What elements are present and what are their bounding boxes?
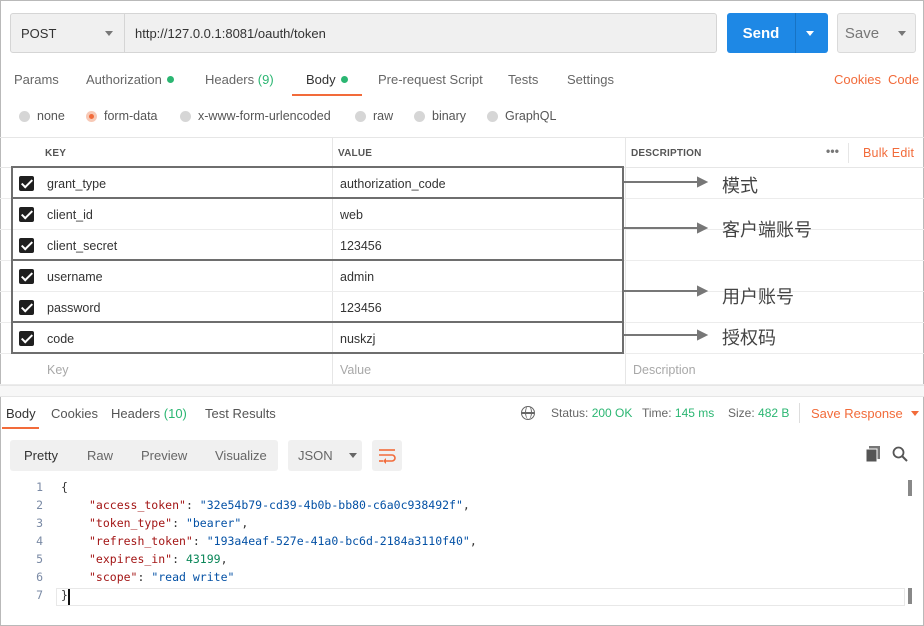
status-readout: Status: 200 OK <box>551 406 633 420</box>
code-line: 6 "scope": "read write" <box>36 570 235 584</box>
tab-params[interactable]: Params <box>14 72 59 87</box>
column-key: KEY <box>45 148 67 159</box>
view-mode-bar: Pretty Raw Preview Visualize <box>10 440 278 471</box>
method-label: POST <box>21 25 57 41</box>
radio-selected-icon <box>86 110 97 122</box>
code-line: 7 } <box>36 588 68 602</box>
radio-raw[interactable]: raw <box>355 109 393 123</box>
view-raw[interactable]: Raw <box>87 448 113 463</box>
radio-circle-icon <box>19 110 30 122</box>
code-line: 1 { <box>36 480 68 494</box>
view-preview[interactable]: Preview <box>141 448 187 463</box>
active-response-tab-indicator <box>2 427 39 429</box>
annotation-client: 客户端账号 <box>722 220 812 241</box>
radio-circle-icon <box>355 110 366 122</box>
annotation-arrows <box>624 176 709 341</box>
copy-icon[interactable] <box>866 446 880 462</box>
chevron-down-icon <box>910 411 919 416</box>
view-pretty[interactable]: Pretty <box>24 448 58 463</box>
method-select[interactable]: POST <box>10 13 125 53</box>
save-button[interactable]: Save <box>837 13 916 53</box>
column-description: DESCRIPTION <box>631 148 702 159</box>
send-divider <box>795 13 796 53</box>
code-line: 2 "access_token": "32e54b79-cd39-4b0b-bb… <box>36 498 470 512</box>
size-readout: Size: 482 B <box>728 406 790 420</box>
send-button[interactable]: Send <box>727 13 828 53</box>
status-dot-icon <box>340 76 348 83</box>
save-response-button[interactable]: Save Response <box>811 406 919 421</box>
send-options-chevron-icon[interactable] <box>806 30 814 36</box>
format-select[interactable]: JSON <box>288 440 362 471</box>
code-link[interactable]: Code <box>888 72 919 87</box>
radio-binary[interactable]: binary <box>414 109 466 123</box>
divider <box>799 403 800 423</box>
params-table-header: KEY VALUE DESCRIPTION ••• Bulk Edit <box>0 137 924 168</box>
tab-response-body[interactable]: Body <box>6 406 36 421</box>
tab-body[interactable]: Body <box>306 72 348 87</box>
tab-prerequest-script[interactable]: Pre-request Script <box>378 72 483 87</box>
active-tab-indicator <box>292 94 362 96</box>
annotation-box-grant-type <box>11 166 624 199</box>
globe-icon[interactable] <box>521 406 535 420</box>
save-options-chevron-icon[interactable] <box>898 30 906 36</box>
tab-tests[interactable]: Tests <box>508 72 538 87</box>
url-text: http://127.0.0.1:8081/oauth/token <box>135 25 326 41</box>
view-visualize[interactable]: Visualize <box>215 448 267 463</box>
code-line: 4 "refresh_token": "193a4eaf-527e-41a0-b… <box>36 534 477 548</box>
pane-divider[interactable] <box>0 385 924 397</box>
radio-circle-icon <box>487 110 498 122</box>
status-dot-icon <box>166 76 174 83</box>
more-options-icon[interactable]: ••• <box>826 144 839 158</box>
annotation-box-client <box>11 197 624 261</box>
code-line: 5 "expires_in": 43199, <box>36 552 228 566</box>
tab-response-cookies[interactable]: Cookies <box>51 406 98 421</box>
radio-graphql[interactable]: GraphQL <box>487 109 556 123</box>
wrap-lines-button[interactable] <box>372 440 402 471</box>
tab-authorization[interactable]: Authorization <box>86 72 174 87</box>
table-row-new: Key Value Description <box>0 354 924 385</box>
bulk-edit-link[interactable]: Bulk Edit <box>863 146 914 160</box>
tab-settings[interactable]: Settings <box>567 72 614 87</box>
search-icon[interactable] <box>892 446 908 462</box>
tab-response-headers[interactable]: Headers (10) <box>111 406 187 421</box>
tab-test-results[interactable]: Test Results <box>205 406 276 421</box>
radio-none[interactable]: none <box>19 109 65 123</box>
new-value-input[interactable]: Value <box>340 363 371 377</box>
radio-form-data[interactable]: form-data <box>86 109 158 123</box>
code-line: 3 "token_type": "bearer", <box>36 516 249 530</box>
tab-headers[interactable]: Headers (9) <box>205 72 274 87</box>
new-key-input[interactable]: Key <box>47 363 69 377</box>
radio-x-www-form-urlencoded[interactable]: x-www-form-urlencoded <box>180 109 331 123</box>
column-value: VALUE <box>338 148 373 159</box>
scrollbar-end[interactable] <box>908 588 912 604</box>
annotation-box-user <box>11 259 624 323</box>
column-divider <box>848 143 849 163</box>
send-label: Send <box>742 24 780 42</box>
text-cursor <box>68 589 70 605</box>
annotation-user: 用户账号 <box>722 287 794 308</box>
radio-circle-icon <box>414 110 425 122</box>
wrap-lines-icon <box>379 449 396 464</box>
save-label: Save <box>844 24 880 42</box>
radio-circle-icon <box>180 110 191 122</box>
cookies-link[interactable]: Cookies <box>834 72 881 87</box>
url-input[interactable]: http://127.0.0.1:8081/oauth/token <box>124 13 717 53</box>
chevron-down-icon <box>348 453 357 458</box>
new-description-input[interactable]: Description <box>633 363 696 377</box>
annotation-code: 授权码 <box>722 328 776 349</box>
time-readout: Time: 145 ms <box>642 406 715 420</box>
scrollbar-thumb[interactable] <box>908 480 912 496</box>
annotation-grant-type: 模式 <box>722 176 758 197</box>
annotation-box-code <box>11 321 624 354</box>
chevron-down-icon <box>105 31 113 36</box>
